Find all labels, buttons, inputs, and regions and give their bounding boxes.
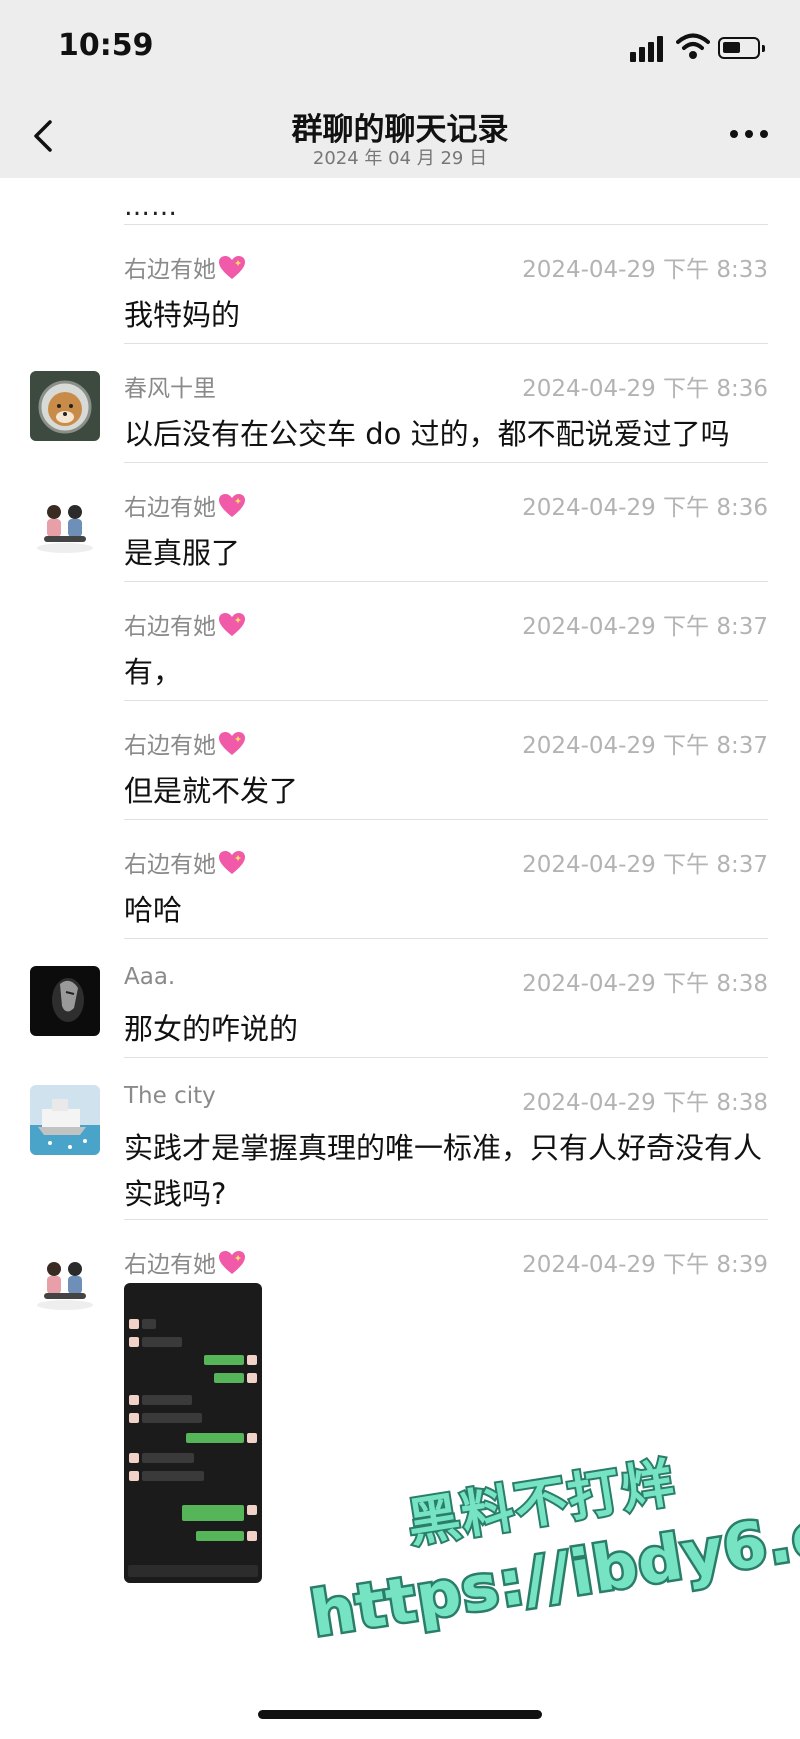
page-title: 群聊的聊天记录 [291,112,509,148]
message-item[interactable]: 春风十里 2024-04-29 下午 8:36 以后没有在公交车 do 过的，都… [0,343,800,462]
divider [124,700,768,701]
divider [124,581,768,582]
sparkling-heart-emoji-icon [219,613,245,636]
message-text: 我特妈的 [124,298,241,332]
sparkling-heart-emoji-icon [219,1251,245,1274]
message-text: 以后没有在公交车 do 过的，都不配说爱过了吗 [124,417,730,451]
message-time: 2024-04-29 下午 8:39 [522,1252,768,1278]
divider [124,819,768,820]
message-time: 2024-04-29 下午 8:38 [522,971,768,997]
divider [124,343,768,344]
avatar[interactable] [30,1085,100,1155]
message-text: 但是就不发了 [124,774,299,808]
home-indicator[interactable] [258,1710,542,1719]
sparkling-heart-emoji-icon [219,732,245,755]
page-subtitle-date: 2024 年 04 月 29 日 [312,148,488,169]
sparkling-heart-emoji-icon [219,256,245,279]
status-time: 10:59 [58,28,154,63]
more-options-icon[interactable] [730,130,770,142]
sender-name: 右边有她 [124,250,246,284]
avatar[interactable] [30,490,100,560]
sparkling-heart-emoji-icon [219,494,245,517]
message-item[interactable]: 右边有她 2024-04-29 下午 8:33 我特妈的 [0,224,800,343]
message-item[interactable]: 右边有她 2024-04-29 下午 8:37 有， [0,581,800,700]
message-item[interactable]: Aaa. 2024-04-29 下午 8:38 那女的咋说的 [0,938,800,1057]
sender-name: The city [124,1083,216,1109]
sender-name: 右边有她 [124,1245,246,1279]
sender-name: 右边有她 [124,488,246,522]
cellular-signal-icon [630,36,666,62]
chat-screenshot-image[interactable] [124,1283,262,1583]
message-time: 2024-04-29 下午 8:37 [522,733,768,759]
message-text: 有， [124,655,183,689]
message-text: 实践才是掌握真理的唯一标准，只有人好奇没有人实践吗? [124,1131,763,1211]
message-item[interactable]: 右边有她 2024-04-29 下午 8:37 但是就不发了 [0,700,800,819]
message-item[interactable]: The city 2024-04-29 下午 8:38 实践才是掌握真理的唯一标… [0,1057,800,1219]
divider [124,462,768,463]
message-item[interactable]: 右边有她 2024-04-29 下午 8:37 哈哈 [0,819,800,938]
navigation-header: 群聊的聊天记录 2024 年 04 月 29 日 [0,96,800,178]
message-text: 哈哈 [124,893,183,927]
divider [124,938,768,939]
sender-name: 右边有她 [124,726,246,760]
message-time: 2024-04-29 下午 8:38 [522,1090,768,1116]
message-time: 2024-04-29 下午 8:37 [522,614,768,640]
sender-name: 右边有她 [124,607,246,641]
sender-name: 右边有她 [124,845,246,879]
message-text: 是真服了 [124,536,241,570]
sender-name: Aaa. [124,964,176,990]
message-time: 2024-04-29 下午 8:37 [522,852,768,878]
avatar[interactable] [30,371,100,441]
avatar[interactable] [30,1247,100,1317]
wifi-icon [676,33,710,59]
avatar[interactable] [30,966,100,1036]
sparkling-heart-emoji-icon [219,851,245,874]
message-text: 那女的咋说的 [124,1012,299,1046]
message-time: 2024-04-29 下午 8:33 [522,257,768,283]
battery-icon [718,37,765,59]
sender-name: 春风十里 [124,376,216,402]
status-bar: 10:59 [0,0,800,96]
message-time: 2024-04-29 下午 8:36 [522,376,768,402]
message-time: 2024-04-29 下午 8:36 [522,495,768,521]
divider [124,1057,768,1058]
divider [124,1219,768,1220]
divider [124,224,768,225]
truncated-message-text: …… [124,192,178,222]
message-item[interactable]: 右边有她 2024-04-29 下午 8:36 是真服了 [0,462,800,581]
